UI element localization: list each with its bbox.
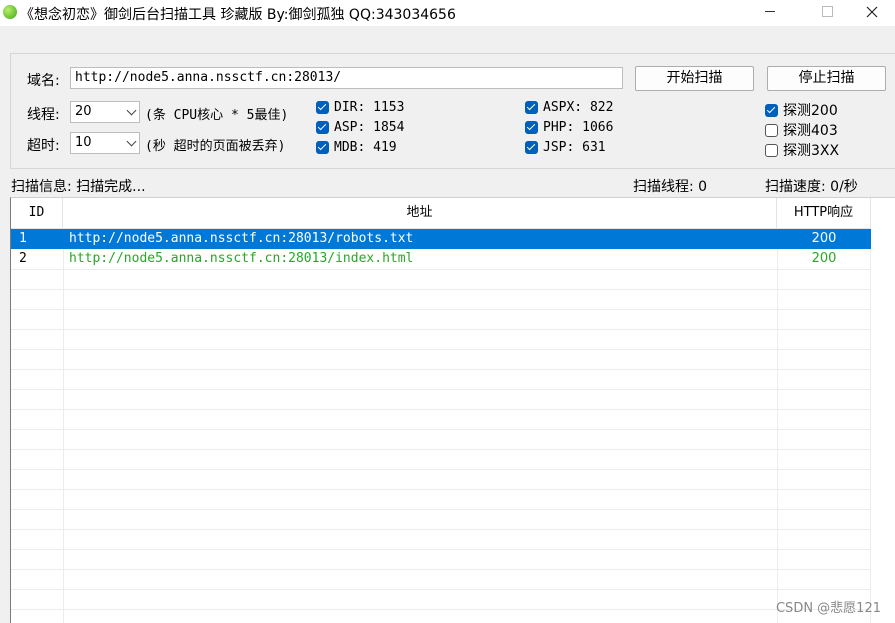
checkbox-checked-icon (316, 101, 329, 114)
maximize-icon (821, 6, 833, 17)
threads-select[interactable]: 20 (70, 101, 140, 123)
chevron-down-icon (126, 105, 137, 116)
timeout-hint: (秒 超时的页面被丢弃) (145, 139, 286, 154)
close-icon (866, 6, 878, 17)
grid-line (11, 609, 871, 610)
row-http-code: 200 (811, 231, 837, 246)
probe-checkbox-3xx[interactable]: 探测3XX (765, 140, 839, 160)
grid-line (11, 269, 871, 270)
dict-checkbox-php[interactable]: PHP: 1066 (525, 120, 613, 135)
title-bar: 《想念初恋》御剑后台扫描工具 珍藏版 By:御剑孤独 QQ:343034656 (0, 0, 895, 26)
grid-line (11, 449, 871, 450)
start-scan-button[interactable]: 开始扫描 (635, 66, 754, 91)
dict-checkbox-mdb[interactable]: MDB: 419 (316, 140, 397, 155)
dict-label-mdb: MDB: 419 (334, 140, 397, 155)
checkbox-checked-icon (525, 121, 538, 134)
table-row[interactable]: 1 http://node5.anna.nssctf.cn:28013/robo… (11, 229, 871, 249)
maximize-button[interactable] (804, 0, 850, 26)
watermark: CSDN @悲愿121 (775, 601, 881, 616)
dict-label-php: PHP: 1066 (543, 120, 614, 135)
checkbox-checked-icon (525, 141, 538, 154)
close-button[interactable] (849, 0, 895, 26)
probe-label-200: 探测200 (783, 103, 838, 119)
probe-label-3xx: 探测3XX (783, 143, 840, 159)
probe-checkbox-200[interactable]: 探测200 (765, 100, 838, 120)
results-table[interactable]: ID 地址 HTTP响应 1 http://node5.anna.nssctf.… (10, 197, 895, 623)
dict-label-dir: DIR: 1153 (334, 100, 405, 115)
grid-line (11, 569, 871, 570)
row-http-code: 200 (811, 251, 837, 266)
checkbox-checked-icon (765, 103, 778, 117)
dict-checkbox-jsp[interactable]: JSP: 631 (525, 140, 606, 155)
grid-line (870, 228, 871, 623)
timeout-value: 10 (75, 135, 92, 150)
table-row[interactable]: 2 http://node5.anna.nssctf.cn:28013/inde… (11, 249, 871, 269)
threads-hint: (条 CPU核心 * 5最佳) (145, 108, 289, 123)
grid-line (11, 529, 871, 530)
grid-line (63, 228, 64, 623)
dict-checkbox-asp[interactable]: ASP: 1854 (316, 120, 404, 135)
row-id: 2 (19, 251, 27, 266)
chevron-down-icon (126, 136, 137, 147)
domain-input[interactable]: http://node5.anna.nssctf.cn:28013/ (70, 67, 623, 89)
stop-scan-button[interactable]: 停止扫描 (767, 66, 886, 91)
table-header: ID 地址 HTTP响应 (11, 198, 871, 229)
row-id: 1 (19, 231, 27, 246)
grid-line (11, 429, 871, 430)
minimize-button[interactable] (747, 0, 793, 26)
grid-line (11, 589, 871, 590)
column-header-http[interactable]: HTTP响应 (777, 198, 871, 228)
timeout-select[interactable]: 10 (70, 132, 140, 154)
dict-checkbox-aspx[interactable]: ASPX: 822 (525, 100, 613, 115)
checkbox-checked-icon (316, 121, 329, 134)
threads-label: 线程: (27, 107, 60, 123)
dict-label-aspx: ASPX: 822 (543, 100, 614, 115)
grid-line (11, 349, 871, 350)
dict-label-jsp: JSP: 631 (543, 140, 606, 155)
timeout-label: 超时: (27, 138, 60, 154)
domain-label: 域名: (27, 73, 60, 89)
window-title: 《想念初恋》御剑后台扫描工具 珍藏版 By:御剑孤独 QQ:343034656 (20, 7, 456, 23)
grid-line (11, 509, 871, 510)
grid-line (777, 228, 778, 623)
dict-checkbox-dir[interactable]: DIR: 1153 (316, 100, 404, 115)
checkbox-unchecked-icon (765, 143, 778, 157)
threads-value: 20 (75, 104, 92, 119)
scan-threads-status: 扫描线程: 0 (633, 179, 708, 195)
scan-info-status: 扫描信息: 扫描完成... (11, 179, 146, 195)
probe-checkbox-403[interactable]: 探测403 (765, 120, 838, 140)
minimize-icon (765, 11, 775, 12)
checkbox-unchecked-icon (765, 123, 778, 137)
probe-label-403: 探测403 (783, 123, 838, 139)
grid-line (11, 329, 871, 330)
app-icon (3, 5, 17, 19)
grid-line (11, 309, 871, 310)
grid-line (11, 549, 871, 550)
row-url: http://node5.anna.nssctf.cn:28013/robots… (69, 231, 414, 246)
dict-label-asp: ASP: 1854 (334, 120, 405, 135)
grid-line (11, 289, 871, 290)
row-url: http://node5.anna.nssctf.cn:28013/index.… (69, 251, 414, 266)
scan-speed-status: 扫描速度: 0/秒 (765, 179, 858, 195)
grid-line (11, 489, 871, 490)
grid-line (11, 369, 871, 370)
checkbox-checked-icon (316, 141, 329, 154)
column-header-url[interactable]: 地址 (63, 198, 777, 228)
checkbox-checked-icon (525, 101, 538, 114)
grid-line (11, 469, 871, 470)
grid-line (11, 389, 871, 390)
grid-line (11, 409, 871, 410)
column-header-id[interactable]: ID (11, 198, 63, 228)
